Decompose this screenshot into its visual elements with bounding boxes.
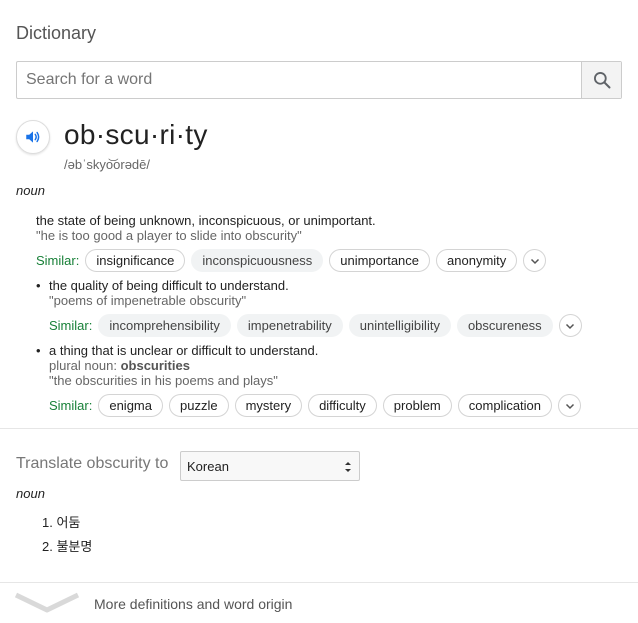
similar-chip[interactable]: mystery xyxy=(234,394,303,417)
bullet: • xyxy=(36,343,41,358)
definition-1: the state of being unknown, inconspicuou… xyxy=(36,213,376,228)
search-box xyxy=(16,61,622,99)
translation-item: 2. 불분명 xyxy=(42,539,93,554)
similar-row-2: Similar: incomprehensibility impenetrabi… xyxy=(49,313,582,338)
chevron-down-icon[interactable] xyxy=(14,592,80,614)
similar-row-3: Similar: enigma puzzle mystery difficult… xyxy=(49,393,582,418)
expand-similar-button[interactable] xyxy=(558,314,582,337)
example-3: "the obscurities in his poems and plays" xyxy=(49,373,278,388)
similar-chip[interactable]: inconspicuousness xyxy=(191,249,324,272)
example-2: "poems of impenetrable obscurity" xyxy=(49,293,247,308)
search-button[interactable] xyxy=(581,62,621,98)
similar-chip[interactable]: insignificance xyxy=(85,249,186,272)
similar-chip[interactable]: puzzle xyxy=(168,394,229,417)
translate-label: Translate obscurity to xyxy=(16,455,169,472)
pronunciation-button[interactable] xyxy=(16,120,50,154)
similar-label: Similar: xyxy=(49,398,93,413)
similar-chip[interactable]: difficulty xyxy=(308,394,377,417)
bullet: • xyxy=(36,278,41,293)
expand-similar-button[interactable] xyxy=(558,394,582,417)
speaker-icon xyxy=(26,131,40,143)
chevron-down-icon xyxy=(565,403,574,409)
language-select[interactable]: Korean xyxy=(180,451,360,481)
similar-label: Similar: xyxy=(36,253,80,268)
dictionary-title: Dictionary xyxy=(16,23,97,43)
part-of-speech: noun xyxy=(16,183,45,198)
similar-chip[interactable]: anonymity xyxy=(436,249,518,272)
expand-similar-button[interactable] xyxy=(523,249,547,272)
chevron-down-icon xyxy=(566,323,575,329)
language-select-value: Korean xyxy=(187,458,229,474)
definition-2: the quality of being difficult to unders… xyxy=(49,278,289,293)
select-arrows-icon xyxy=(345,462,351,472)
similar-label: Similar: xyxy=(49,318,93,333)
plural-label: plural noun: xyxy=(49,358,117,373)
similar-chip[interactable]: problem xyxy=(382,394,452,417)
similar-chip[interactable]: complication xyxy=(457,394,553,417)
similar-chip[interactable]: obscureness xyxy=(456,314,553,337)
similar-chip[interactable]: enigma xyxy=(98,394,163,417)
translation-part-of-speech: noun xyxy=(16,486,45,501)
definition-3: a thing that is unclear or difficult to … xyxy=(49,343,319,358)
similar-chip[interactable]: impenetrability xyxy=(236,314,343,337)
chevron-down-icon xyxy=(530,258,539,264)
dictionary-card: Dictionary ob·scu·ri·ty /əbˈskyo͝orədē/ … xyxy=(0,0,638,623)
headword: ob·scu·ri·ty xyxy=(64,119,208,150)
divider xyxy=(0,428,638,429)
phonetic-spelling: /əbˈskyo͝orədē/ xyxy=(64,157,150,172)
translation-item: 1. 어둠 xyxy=(42,515,81,530)
more-definitions-link[interactable]: More definitions and word origin xyxy=(94,596,292,612)
search-icon xyxy=(593,72,610,89)
example-1: "he is too good a player to slide into o… xyxy=(36,228,302,243)
plural-form: plural noun: obscurities xyxy=(49,358,190,373)
divider xyxy=(0,582,638,583)
similar-chip[interactable]: unintelligibility xyxy=(348,314,451,337)
similar-chip[interactable]: incomprehensibility xyxy=(98,314,231,337)
similar-row-1: Similar: insignificance inconspicuousnes… xyxy=(36,248,547,273)
search-input[interactable] xyxy=(17,62,581,98)
plural-value: obscurities xyxy=(120,358,190,373)
similar-chip[interactable]: unimportance xyxy=(329,249,431,272)
